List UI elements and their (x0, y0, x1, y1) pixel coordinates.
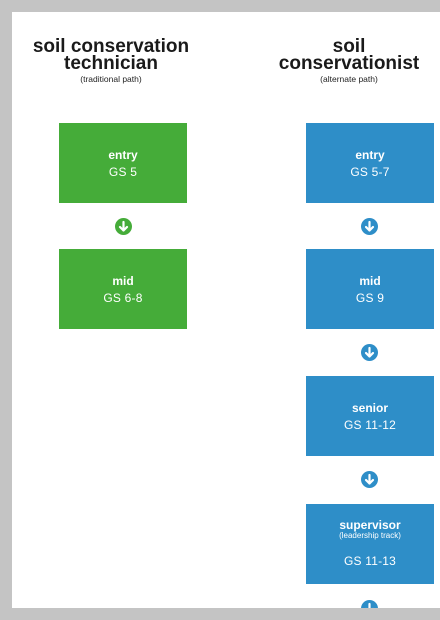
traditional-mid-box: mid GS 6-8 (59, 249, 187, 329)
alternate-path-subtitle: (alternate path) (320, 74, 378, 84)
arrow-down-circle-icon (115, 218, 132, 235)
step-level: mid (112, 274, 134, 288)
alternate-senior-box: senior GS 11-12 (306, 376, 434, 456)
step-grade: GS 11-12 (343, 418, 397, 432)
step-level: mid (359, 274, 381, 288)
traditional-entry-box: entry GS 5 (59, 123, 187, 203)
step-grade: GS 5-7 (350, 165, 390, 179)
alternate-title-line2: conservationist (278, 53, 420, 74)
career-path-panel: soil conservation technician (traditiona… (12, 12, 440, 608)
step-note: (leadership track) (339, 531, 401, 540)
traditional-title-line2: technician (64, 53, 158, 74)
step-grade: GS 6-8 (103, 291, 143, 305)
step-grade: GS 9 (355, 291, 385, 305)
traditional-path-subtitle: (traditional path) (80, 74, 142, 84)
step-grade: GS 5 (108, 165, 138, 179)
step-level: senior (351, 401, 388, 415)
step-grade: GS 11-13 (343, 554, 397, 568)
step-level: entry (355, 148, 385, 162)
traditional-path-title: soil conservation technician (21, 37, 201, 74)
step-level: entry (108, 148, 138, 162)
alternate-entry-box: entry GS 5-7 (306, 123, 434, 203)
arrow-down-circle-icon (361, 218, 378, 235)
arrow-down-circle-icon (361, 471, 378, 488)
alternate-path-title: soil conservationist (254, 37, 440, 74)
alternate-supervisor-box: supervisor (leadership track) GS 11-13 (306, 504, 434, 584)
arrow-down-circle-icon (361, 600, 378, 608)
arrow-down-circle-icon (361, 344, 378, 361)
alternate-mid-box: mid GS 9 (306, 249, 434, 329)
step-level: supervisor (339, 518, 401, 532)
